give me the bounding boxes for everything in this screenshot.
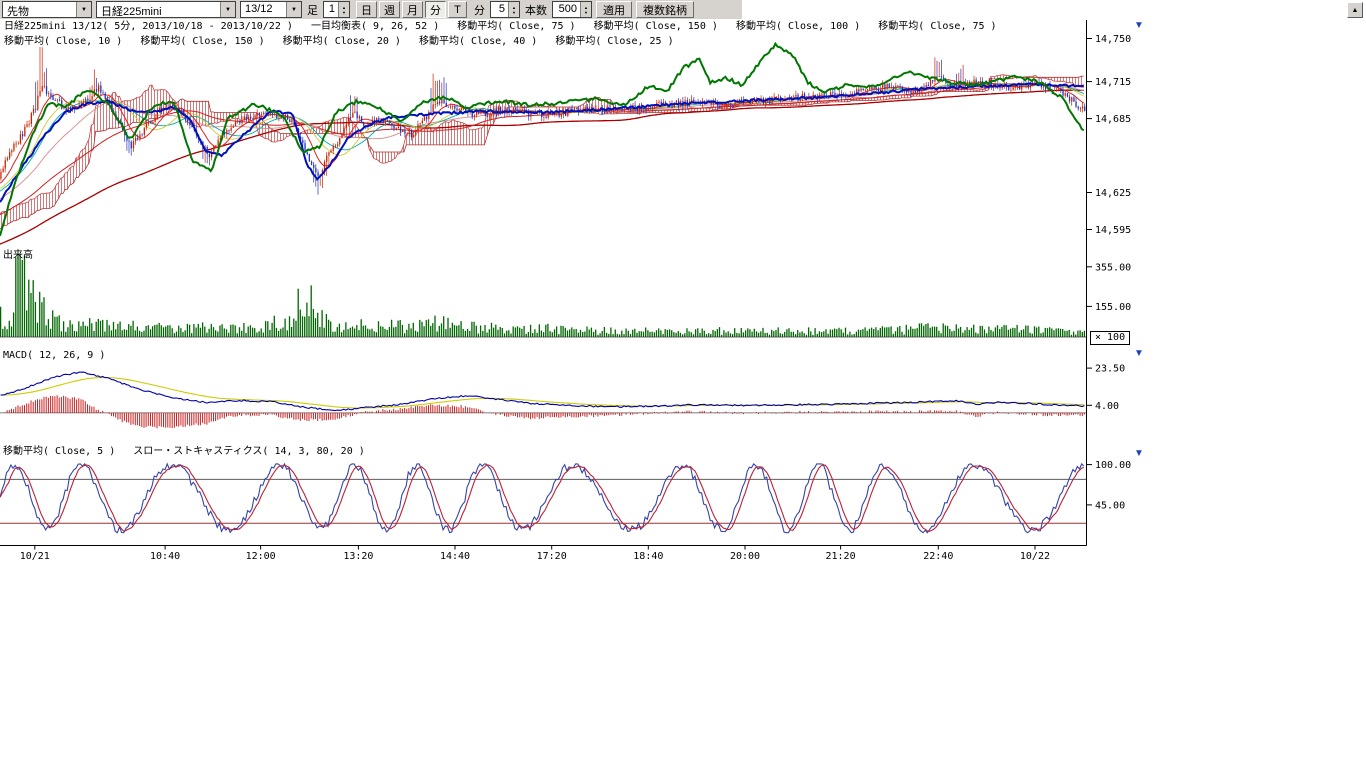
svg-text:10/21: 10/21: [20, 551, 50, 562]
period-button-週[interactable]: 週: [379, 1, 400, 18]
bars-count-value: 500: [553, 2, 580, 17]
svg-text:10/22: 10/22: [1020, 551, 1050, 562]
svg-text:17:20: 17:20: [537, 551, 567, 562]
category-value: 先物: [3, 2, 76, 17]
spinner-arrows-icon[interactable]: ▲ ▼: [338, 2, 349, 17]
spinner-down-icon: ▼: [342, 10, 346, 15]
macd-pane-dropdown-icon[interactable]: ▼: [1134, 349, 1144, 359]
minute-value: 5: [491, 2, 508, 17]
volume-multiplier-badge: × 100: [1090, 331, 1130, 345]
svg-text:12:00: 12:00: [246, 551, 276, 562]
trading-chart-app: 先物 ▼ 日経225mini ▼ 13/12 ▼ 足 1 ▲ ▼ 日週月分T 分…: [0, 0, 1366, 768]
svg-text:14:40: 14:40: [440, 551, 470, 562]
svg-text:45.00: 45.00: [1095, 500, 1125, 511]
bar-count-value: 1: [324, 2, 338, 17]
period-button-分[interactable]: 分: [425, 1, 446, 18]
svg-text:23.50: 23.50: [1095, 364, 1125, 375]
svg-text:14,750: 14,750: [1095, 34, 1131, 45]
svg-text:22:40: 22:40: [923, 551, 953, 562]
period-button-group: 日週月分T: [356, 1, 467, 18]
chart-indicators-line2: 移動平均( Close, 10 ) 移動平均( Close, 150 ) 移動平…: [4, 36, 674, 47]
svg-text:18:40: 18:40: [633, 551, 663, 562]
minute-label: 分: [473, 2, 486, 18]
macd-pane-label: MACD( 12, 26, 9 ): [3, 350, 105, 361]
symbol-select[interactable]: 日経225mini ▼: [96, 1, 236, 18]
scrollbar-up-button[interactable]: ▲: [1347, 2, 1363, 18]
chart-canvas: 10/21 10:40 12:00 13:20 14:40 17:20 18:40 20:00…: [0, 0, 1366, 600]
svg-text:14,715: 14,715: [1095, 77, 1131, 88]
contract-month-value: 13/12: [241, 2, 286, 17]
chevron-down-glyph: ▼: [225, 7, 231, 13]
svg-text:14,625: 14,625: [1095, 188, 1131, 199]
spinner-arrows-icon[interactable]: ▲ ▼: [508, 2, 519, 17]
toolbar: 先物 ▼ 日経225mini ▼ 13/12 ▼ 足 1 ▲ ▼ 日週月分T 分…: [0, 0, 742, 19]
period-button-T[interactable]: T: [448, 1, 467, 18]
chevron-down-glyph: ▼: [291, 7, 297, 13]
bars-count-spinner[interactable]: 500 ▲ ▼: [552, 1, 592, 18]
bar-count-spinner[interactable]: 1 ▲ ▼: [323, 1, 350, 18]
volume-pane-label: 出来高: [3, 250, 33, 261]
spinner-arrows-icon[interactable]: ▲ ▼: [580, 2, 591, 17]
period-button-日[interactable]: 日: [356, 1, 377, 18]
chevron-down-glyph: ▼: [81, 7, 87, 13]
stoch-pane-dropdown-icon[interactable]: ▼: [1134, 449, 1144, 459]
contract-month-select[interactable]: 13/12 ▼: [240, 1, 302, 18]
stochastics-pane-label: 移動平均( Close, 5 ) スロー・ストキャスティクス( 14, 3, 8…: [3, 446, 365, 457]
category-select[interactable]: 先物 ▼: [2, 1, 92, 18]
svg-text:155.00: 155.00: [1095, 302, 1131, 313]
svg-text:14,685: 14,685: [1095, 114, 1131, 125]
chevron-down-icon[interactable]: ▼: [76, 2, 91, 17]
bars-label: 本数: [524, 2, 548, 18]
svg-text:13:20: 13:20: [343, 551, 373, 562]
chevron-down-icon[interactable]: ▼: [286, 2, 301, 17]
svg-text:355.00: 355.00: [1095, 262, 1131, 273]
svg-text:21:20: 21:20: [826, 551, 856, 562]
spinner-down-icon: ▼: [512, 10, 516, 15]
svg-text:4.00: 4.00: [1095, 401, 1119, 412]
up-arrow-icon: ▲: [1352, 7, 1359, 14]
multi-symbol-button[interactable]: 複数銘柄: [636, 1, 694, 18]
price-pane-dropdown-icon[interactable]: ▼: [1134, 21, 1144, 31]
svg-text:100.00: 100.00: [1095, 460, 1131, 471]
svg-text:14,595: 14,595: [1095, 225, 1131, 236]
chart-title-indicators-line1: 日経225mini 13/12( 5分, 2013/10/18 - 2013/1…: [4, 21, 997, 32]
minute-spinner[interactable]: 5 ▲ ▼: [490, 1, 520, 18]
spinner-down-icon: ▼: [584, 10, 588, 15]
bar-type-label: 足: [306, 2, 319, 18]
svg-text:10:40: 10:40: [150, 551, 180, 562]
svg-text:20:00: 20:00: [730, 551, 760, 562]
chevron-down-icon[interactable]: ▼: [220, 2, 235, 17]
symbol-value: 日経225mini: [97, 2, 220, 17]
apply-button[interactable]: 適用: [596, 1, 632, 18]
period-button-月[interactable]: 月: [402, 1, 423, 18]
